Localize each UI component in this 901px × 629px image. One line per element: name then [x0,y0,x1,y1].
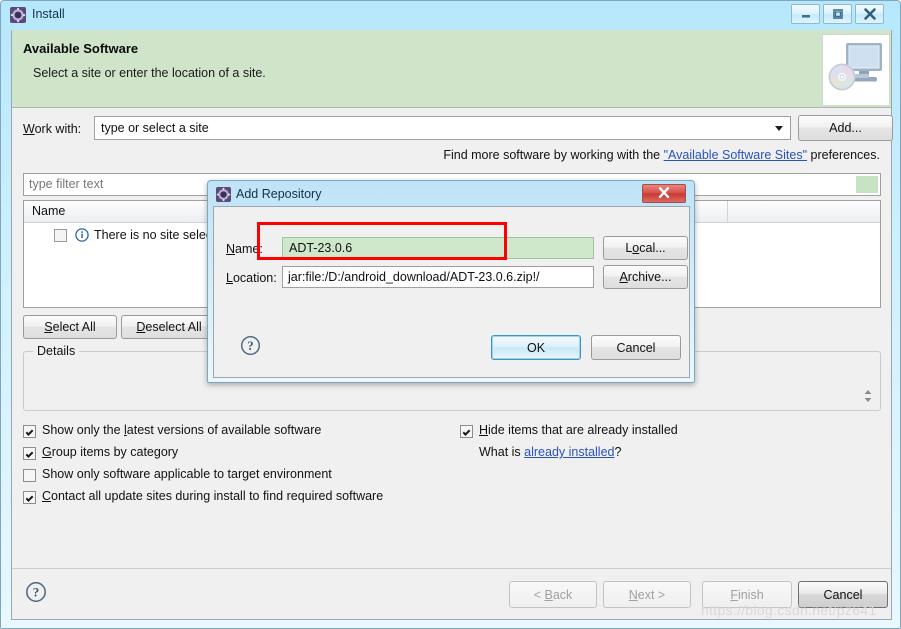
select-all-button[interactable]: Select All [23,315,117,339]
help-question-icon[interactable]: ? [25,581,47,603]
checkbox-box [23,491,36,504]
dialog-title: Add Repository [236,187,322,201]
wizard-footer: ? < Back Next > Finish Cancel [12,568,891,619]
archive-button-label: Archive... [619,270,672,284]
tree-column-divider [727,201,728,222]
dialog-cancel-button[interactable]: Cancel [591,335,681,360]
eclipse-gear-icon [216,187,231,202]
finish-button[interactable]: Finish [702,581,792,608]
available-software-sites-link[interactable]: "Available Software Sites" [664,148,807,162]
details-legend: Details [33,344,80,358]
page-subtitle: Select a site or enter the location of a… [33,66,266,80]
next-button-label: Next > [628,587,666,602]
checkbox-label: Show only the latest versions of availab… [42,423,322,437]
window-title: Install [32,7,65,21]
location-input-value: jar:file:/D:/android_download/ADT-23.0.6… [288,270,540,284]
minimize-icon [792,5,819,23]
checkbox-label: Hide items that are already installed [479,423,678,437]
svg-text:?: ? [247,339,253,353]
close-icon [856,5,883,23]
cancel-button-label: Cancel [823,587,863,602]
work-with-combo[interactable]: type or select a site [94,116,791,140]
tree-row-checkbox[interactable] [54,229,67,242]
checkbox-box [23,469,36,482]
what-is-prefix: What is [479,445,525,459]
filter-placeholder: type filter text [29,177,104,191]
checkbox-label: Group items by category [42,445,179,459]
already-installed-link[interactable]: already installed [524,445,614,459]
help-question-icon[interactable]: ? [240,335,261,356]
find-more-prefix: Find more software by working with the [443,148,664,162]
wizard-header: Available Software Select a site or ente… [12,30,891,108]
maximize-button[interactable] [823,4,852,24]
back-button-label: < Back [533,587,573,602]
checkbox-box [23,425,36,438]
checkbox-label: Contact all update sites during install … [42,489,384,503]
install-window: Install Available Software Select a site… [0,0,901,629]
spinner-up-down-icon[interactable] [862,386,874,406]
next-button[interactable]: Next > [603,581,691,608]
deselect-all-button[interactable]: Deselect All [121,315,217,339]
close-button[interactable] [855,4,884,24]
checkbox-label: Show only software applicable to target … [42,467,332,481]
svg-text:?: ? [33,585,40,600]
work-with-value: type or select a site [101,121,209,135]
chevron-down-icon [775,126,783,131]
work-with-label: Work with: [23,122,82,136]
cancel-button[interactable]: Cancel [798,581,888,608]
ok-button[interactable]: OK [491,335,581,360]
info-icon [75,228,89,242]
select-all-label: Select All [44,320,96,334]
deselect-all-label: Deselect All [136,320,202,334]
window-titlebar: Install [1,1,901,30]
dialog-client-area: Name: ADT-23.0.6 Local... Location: jar:… [213,206,690,378]
name-input-value: ADT-23.0.6 [289,241,353,255]
finish-button-label: Finish [730,587,764,602]
location-input[interactable]: jar:file:/D:/android_download/ADT-23.0.6… [282,266,594,288]
add-repository-dialog: Add Repository Name: ADT-23.0.6 Local...… [207,180,695,383]
dialog-close-button[interactable] [642,184,686,203]
add-site-button[interactable]: Add... [798,115,893,141]
local-button[interactable]: Local... [603,236,688,260]
back-button[interactable]: < Back [509,581,597,608]
find-more-suffix: preferences. [807,148,881,162]
add-site-button-label: Add... [829,121,862,135]
close-icon [656,186,672,202]
what-is-already-installed-text: What is already installed? [479,445,621,459]
what-is-suffix: ? [614,445,622,459]
name-input[interactable]: ADT-23.0.6 [282,237,594,259]
find-more-software-text: Find more software by working with the "… [443,148,880,162]
filter-accent-block [856,176,878,193]
maximize-icon [824,5,851,23]
archive-button[interactable]: Archive... [603,265,688,289]
eclipse-gear-icon [10,7,26,23]
computer-with-cd-icon [822,34,890,106]
ok-button-label: OK [526,340,546,355]
location-label: Location: [226,271,277,285]
page-title: Available Software [23,41,139,56]
tree-column-name: Name [32,204,66,218]
local-button-label: Local... [625,241,666,255]
dialog-cancel-button-label: Cancel [616,340,656,355]
checkbox-box [460,425,473,438]
name-label: Name: [226,242,263,256]
minimize-button[interactable] [791,4,820,24]
checkbox-box [23,447,36,460]
